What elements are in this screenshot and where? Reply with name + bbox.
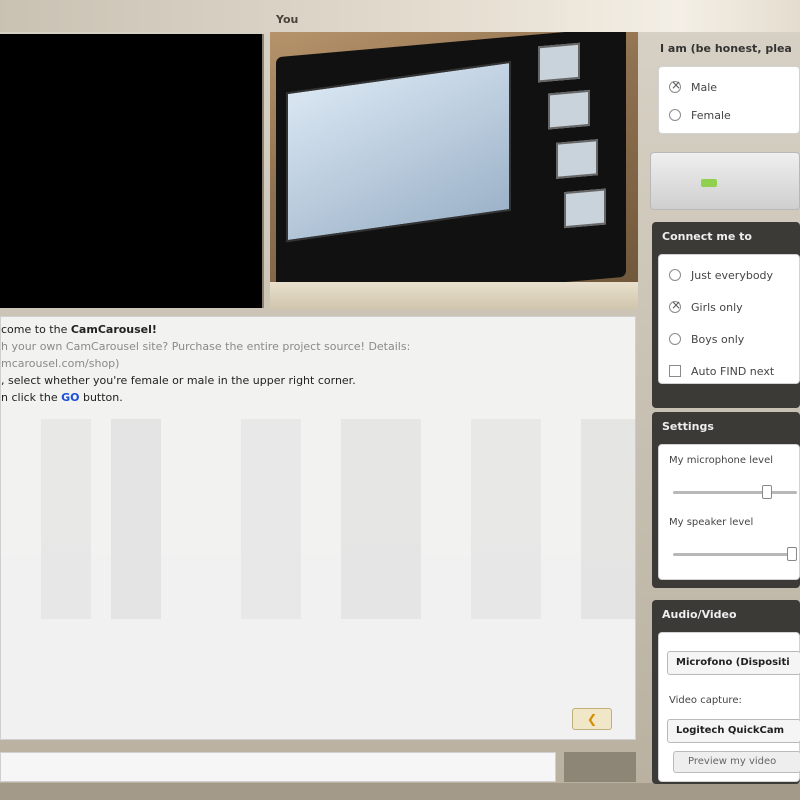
connect-option-label: Girls only xyxy=(691,300,743,314)
av-title: Audio/Video xyxy=(662,608,737,621)
chat-input[interactable] xyxy=(0,752,556,782)
webcam-scene-thumb xyxy=(548,89,590,130)
video-capture-label: Video capture: xyxy=(669,695,742,706)
auto-find-label: Auto FIND next xyxy=(691,364,775,378)
auto-find-toggle[interactable]: Auto FIND next xyxy=(659,355,799,387)
connect-title: Connect me to xyxy=(662,230,752,243)
radio-icon[interactable] xyxy=(669,269,681,281)
chat-send-button[interactable] xyxy=(564,752,636,782)
connect-option-boys[interactable]: Boys only xyxy=(659,323,799,355)
settings-title: Settings xyxy=(662,420,714,433)
radio-icon[interactable] xyxy=(669,333,681,345)
chat-line: n click the GO button. xyxy=(1,391,123,404)
radio-checked-icon[interactable] xyxy=(669,78,681,93)
mic-slider-track[interactable] xyxy=(673,491,797,494)
chat-line: h your own CamCarousel site? Purchase th… xyxy=(1,340,411,353)
webcam-scene-thumb xyxy=(556,139,598,179)
preview-video-button[interactable]: Preview my video xyxy=(673,751,800,773)
checkbox-icon[interactable] xyxy=(669,365,681,377)
video-capture-select[interactable]: Logitech QuickCam xyxy=(667,719,800,743)
av-box: Microfono (Dispositi Video capture: Logi… xyxy=(658,632,800,782)
chat-messages: come to the CamCarousel! h your own CamC… xyxy=(1,321,410,406)
go-indicator xyxy=(701,179,717,187)
webcam-scene-thumb xyxy=(538,42,580,83)
gender-option-female[interactable]: Female xyxy=(659,101,799,129)
connect-option-everybody[interactable]: Just everybody xyxy=(659,259,799,291)
speaker-level-label: My speaker level xyxy=(669,517,754,528)
gender-title: I am (be honest, plea xyxy=(660,42,792,55)
settings-box: My microphone level My speaker level xyxy=(658,444,800,580)
gender-option-label: Male xyxy=(691,80,718,94)
connect-option-label: Boys only xyxy=(691,332,745,346)
connect-option-label: Just everybody xyxy=(691,268,774,282)
mic-slider-thumb[interactable] xyxy=(761,485,772,499)
mic-level-label: My microphone level xyxy=(669,455,774,466)
you-label: You xyxy=(276,13,299,26)
chat-line: come to the CamCarousel! xyxy=(1,323,157,336)
speaker-slider-thumb[interactable] xyxy=(787,547,797,561)
connect-option-girls[interactable]: Girls only xyxy=(659,291,799,323)
microphone-select[interactable]: Microfono (Dispositi xyxy=(667,651,800,675)
chat-line[interactable]: mcarousel.com/shop) xyxy=(1,355,410,372)
gender-box: Male Female xyxy=(658,66,800,134)
bottom-bar xyxy=(0,783,800,800)
radio-icon[interactable] xyxy=(669,109,681,121)
webcam-scene-desk xyxy=(270,282,638,310)
webcam-scene xyxy=(276,32,626,308)
connect-box: Just everybody Girls only Boys only Auto… xyxy=(658,254,800,384)
arrow-icon: ❮ xyxy=(586,712,598,726)
radio-checked-icon[interactable] xyxy=(669,298,681,313)
stranger-video xyxy=(0,34,264,308)
webcam-scene-thumb xyxy=(564,188,606,229)
chat-panel: come to the CamCarousel! h your own CamC… xyxy=(0,316,637,740)
gender-option-male[interactable]: Male xyxy=(659,73,799,101)
chat-line: , select whether you're female or male i… xyxy=(1,374,356,387)
send-button[interactable]: ❮ xyxy=(572,708,612,730)
gender-option-label: Female xyxy=(691,108,731,122)
speaker-slider-track[interactable] xyxy=(673,553,797,556)
top-bar xyxy=(0,0,800,32)
webcam-scene-screen xyxy=(286,60,511,243)
chat-background xyxy=(1,419,637,619)
your-video xyxy=(270,32,638,310)
go-button[interactable] xyxy=(650,152,800,210)
